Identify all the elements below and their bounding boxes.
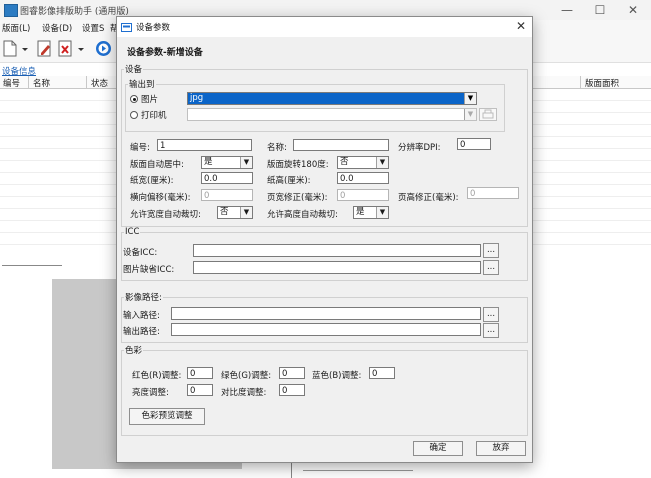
red-adjust-field[interactable]: 0 [187,367,213,379]
image-icc-field[interactable] [193,261,481,274]
ok-button[interactable]: 确定 [413,441,463,456]
divider [2,265,62,266]
contrast-label: 对比度调整: [221,388,267,398]
menu-layout[interactable]: 版面(L) [2,22,30,34]
chevron-down-icon: ▼ [240,157,252,168]
chevron-down-icon: ▼ [240,207,252,218]
paper-height-field[interactable]: 0.0 [337,172,389,184]
dropdown-arrow-icon[interactable] [76,40,86,57]
auto-cut-width-label: 允许宽度自动裁切: [130,210,201,220]
auto-center-label: 版面自动居中: [130,160,184,170]
image-icc-label: 图片缺省ICC: [123,265,175,275]
column-status[interactable]: 状态 [91,77,108,89]
output-image-radio[interactable] [130,95,138,103]
app-title: 图睿影像排版助手 (通用版) [20,7,129,17]
width-correction-field[interactable]: 0 [337,189,389,201]
h-offset-field[interactable]: 0 [201,189,253,201]
rotate-label: 版面旋转180度: [267,160,329,170]
auto-cut-height-label: 允许高度自动裁切: [267,210,338,220]
name-label: 名称: [267,143,287,153]
image-format-value: jpg [190,93,204,103]
auto-center-value: 是 [204,157,213,167]
device-icc-browse-button[interactable]: ... [483,243,499,258]
color-group-label: 色彩 [125,346,143,356]
output-group-label: 输出到 [129,80,155,90]
device-icc-label: 设备ICC: [123,248,158,258]
menu-device[interactable]: 设备(D) [42,22,72,34]
blue-adjust-label: 蓝色(B)调整: [312,371,362,381]
play-icon[interactable] [95,40,111,57]
column-number[interactable]: 编号 [3,77,20,89]
rotate-select[interactable]: 否 ▼ [337,156,389,169]
width-correction-label: 页宽修正(毫米): [267,193,328,203]
device-params-dialog: 设备参数 ✕ 设备参数-新增设备 设备 输出到 图片 jpg ▼ 打印机 ▼ 编… [116,16,533,463]
green-adjust-field[interactable]: 0 [279,367,305,379]
auto-cut-height-value: 是 [356,207,365,217]
cancel-button[interactable]: 放弃 [476,441,526,456]
input-path-field[interactable] [171,307,481,320]
output-group: 输出到 [125,78,505,132]
auto-cut-height-select[interactable]: 是 ▼ [353,206,389,219]
dialog-heading: 设备参数-新增设备 [127,48,203,58]
contrast-field[interactable]: 0 [279,384,305,396]
device-icc-field[interactable] [193,244,481,257]
output-printer-label: 打印机 [141,111,167,121]
dropdown-arrow-icon[interactable] [20,40,30,57]
height-correction-field[interactable]: 0 [467,187,519,199]
brightness-label: 亮度调整: [132,388,169,398]
auto-center-select[interactable]: 是 ▼ [201,156,253,169]
number-field[interactable]: 1 [157,139,252,151]
edit-icon[interactable] [36,40,52,57]
image-icc-browse-button[interactable]: ... [483,260,499,275]
menu-settings[interactable]: 设置S [82,22,104,34]
output-path-browse-button[interactable]: ... [483,323,499,338]
delete-icon[interactable] [57,40,73,57]
color-preview-button[interactable]: 色彩预览调整 [129,408,205,425]
auto-cut-width-value: 否 [220,207,229,217]
dialog-title: 设备参数 [136,23,171,33]
blue-adjust-field[interactable]: 0 [369,367,395,379]
paths-group-label: 影像路径: [125,293,162,303]
new-file-icon[interactable] [2,40,18,57]
output-printer-radio[interactable] [130,111,138,119]
paper-height-label: 纸高(厘米): [267,176,311,186]
dialog-close-button[interactable]: ✕ [516,19,526,33]
output-path-label: 输出路径: [123,327,160,337]
input-path-browse-button[interactable]: ... [483,307,499,322]
brightness-field[interactable]: 0 [187,384,213,396]
printer-select[interactable]: ▼ [187,108,477,121]
column-name[interactable]: 名称 [33,77,50,89]
scrollbar[interactable] [303,470,413,471]
column-layout-area[interactable]: 版面面积 [585,77,619,89]
auto-cut-width-select[interactable]: 否 ▼ [217,206,253,219]
input-path-label: 输入路径: [123,311,160,321]
app-close-button[interactable]: ✕ [618,2,648,18]
printer-settings-icon[interactable] [479,108,497,121]
image-format-select[interactable]: jpg ▼ [187,92,477,105]
chevron-down-icon: ▼ [376,157,388,168]
h-offset-label: 横向偏移(毫米): [130,193,191,203]
red-adjust-label: 红色(R)调整: [132,371,182,381]
dpi-field[interactable]: 0 [457,138,491,150]
output-path-field[interactable] [171,323,481,336]
paper-width-label: 纸宽(厘米): [130,176,174,186]
chevron-down-icon: ▼ [464,93,476,104]
paper-width-field[interactable]: 0.0 [201,172,253,184]
dpi-label: 分辨率DPI: [398,143,441,153]
chevron-down-icon: ▼ [376,207,388,218]
dialog-title-bar: 设备参数 ✕ [117,17,532,37]
device-group-label: 设备 [125,65,143,75]
chevron-down-icon: ▼ [464,109,476,120]
settings-icon [121,22,132,36]
maximize-button[interactable]: ☐ [585,2,615,18]
number-label: 编号: [130,143,150,153]
icc-group-label: ICC [125,227,140,237]
app-logo-icon [4,4,18,17]
name-field[interactable] [293,139,389,151]
height-correction-label: 页高修正(毫米): [398,193,459,203]
rotate-value: 否 [340,157,349,167]
minimize-button[interactable]: — [552,2,582,18]
output-image-label: 图片 [141,95,159,105]
green-adjust-label: 绿色(G)调整: [221,371,272,381]
